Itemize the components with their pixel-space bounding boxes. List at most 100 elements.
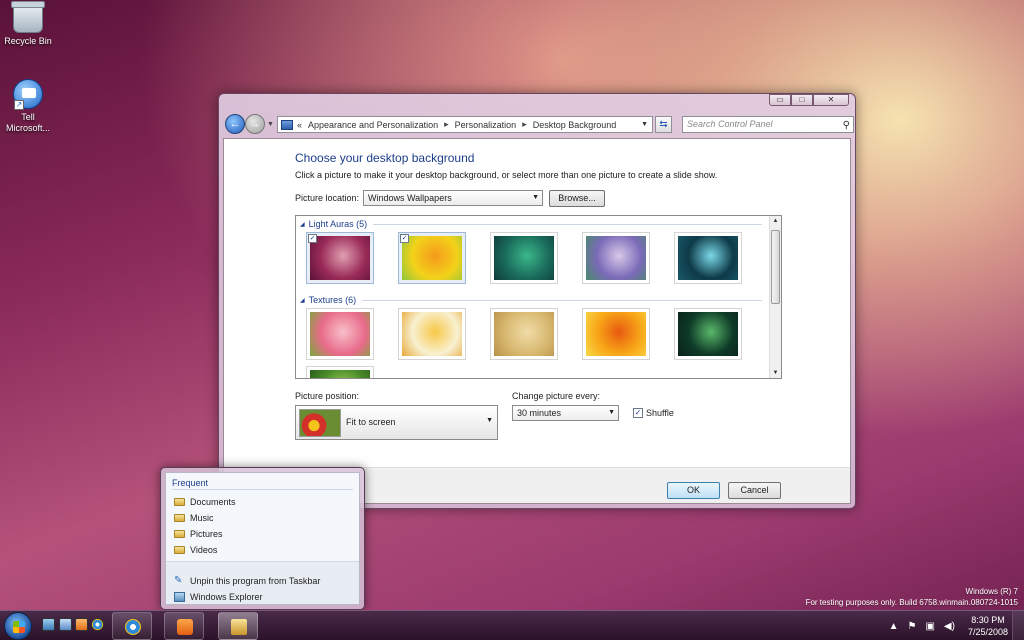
change-picture-label: Change picture every: [512, 391, 601, 401]
jump-item-label: Videos [190, 545, 218, 555]
wallpaper-thumbnail[interactable]: ✓ [306, 232, 374, 284]
search-input[interactable]: Search Control Panel ⚲ [682, 116, 854, 133]
wallpaper-image [586, 236, 646, 280]
tell-microsoft-icon[interactable]: ↗ Tell Microsoft... [0, 79, 56, 134]
wallpaper-image [310, 370, 370, 378]
breadcrumb-personalization[interactable]: Personalization [455, 120, 517, 130]
wallpaper-image [310, 312, 370, 356]
windows-explorer-item[interactable]: Windows Explorer [174, 592, 263, 602]
scroll-down-icon[interactable]: ▼ [770, 368, 781, 378]
unpin-taskbar-item[interactable]: ✎ Unpin this program from Taskbar [174, 575, 320, 587]
breadcrumb-separator[interactable]: ▸ [444, 119, 449, 130]
recycle-bin-label: Recycle Bin [4, 36, 52, 46]
scrollbar-thumb[interactable] [771, 230, 780, 304]
browse-button[interactable]: Browse... [549, 190, 605, 207]
jump-item-pictures[interactable]: Pictures [174, 529, 223, 539]
back-arrow-icon: ← [229, 118, 241, 130]
group-header-textures[interactable]: ◢ Textures (6) [300, 295, 762, 305]
wallpaper-thumbnail[interactable] [306, 308, 374, 360]
wallpaper-thumbnail[interactable]: ✓ [398, 232, 466, 284]
close-button[interactable]: ✕ [813, 94, 849, 106]
taskbar-windows-explorer[interactable] [218, 612, 258, 640]
wallpaper-thumbnail[interactable] [674, 232, 742, 284]
taskbar-internet-explorer[interactable] [112, 612, 152, 640]
wallpaper-thumbnail[interactable] [582, 308, 650, 360]
clock[interactable]: 8:30 PM 7/25/2008 [968, 614, 1008, 638]
thumbnail-checkbox[interactable]: ✓ [400, 234, 409, 243]
forward-button[interactable]: → [245, 114, 265, 134]
show-desktop-button[interactable] [1012, 611, 1024, 640]
watermark-build: For testing purposes only. Build 6758.wi… [805, 598, 1018, 607]
shuffle-checkbox[interactable]: ✓ [633, 408, 643, 418]
media-player-icon [177, 619, 193, 635]
volume-icon[interactable]: ◀) [944, 621, 955, 632]
cancel-button[interactable]: Cancel [728, 482, 781, 499]
recent-pages-dropdown[interactable]: ▼ [267, 121, 274, 128]
group-title: Light Auras (5) [308, 219, 368, 229]
gallery-scrollbar[interactable]: ▲ ▼ [769, 216, 781, 378]
wallpaper-thumbnail[interactable] [398, 308, 466, 360]
breadcrumb-separator[interactable]: ▸ [522, 119, 527, 130]
change-picture-select[interactable]: 30 minutes ▼ [512, 405, 619, 421]
explorer-icon [174, 592, 185, 602]
chevron-down-icon: ▼ [486, 417, 493, 424]
start-button[interactable] [4, 612, 32, 640]
group-divider [373, 223, 762, 225]
picture-position-select[interactable]: Fit to screen ▼ [295, 405, 498, 440]
switch-windows-icon[interactable] [59, 618, 72, 631]
tell-microsoft-label: Tell Microsoft... [5, 112, 50, 133]
ok-button[interactable]: OK [667, 482, 720, 499]
wallpaper-thumbnail[interactable] [490, 308, 558, 360]
pin-icon: ✎ [174, 575, 183, 586]
wallpaper-thumbnail[interactable] [490, 232, 558, 284]
control-panel-icon [281, 119, 293, 130]
wallpaper-image [402, 236, 462, 280]
forward-arrow-icon: → [249, 118, 261, 130]
navigation-bar: ← → ▼ « Appearance and Personalization ▸… [223, 114, 854, 136]
breadcrumb-appearance[interactable]: Appearance and Personalization [308, 120, 438, 130]
thumbnail-checkbox[interactable]: ✓ [308, 234, 317, 243]
shuffle-option[interactable]: ✓ Shuffle [633, 408, 674, 418]
jump-item-documents[interactable]: Documents [174, 497, 236, 507]
action-center-icon[interactable]: ⚑ [908, 621, 917, 632]
wallpaper-image [402, 312, 462, 356]
group-header-light-auras[interactable]: ◢ Light Auras (5) [300, 219, 762, 229]
wallpaper-image [678, 312, 738, 356]
change-picture-value: 30 minutes [517, 408, 562, 418]
window-controls: ▭ □ ✕ [769, 94, 849, 106]
address-bar[interactable]: « Appearance and Personalization ▸ Perso… [277, 116, 653, 133]
taskbar-media-player[interactable] [164, 612, 204, 640]
maximize-button[interactable]: □ [791, 94, 813, 106]
picture-location-select[interactable]: Windows Wallpapers ▼ [363, 190, 543, 206]
back-button[interactable]: ← [225, 114, 245, 134]
breadcrumb-desktop-background[interactable]: Desktop Background [533, 120, 617, 130]
wallpaper-thumbnail[interactable] [582, 232, 650, 284]
folder-icon [231, 619, 247, 635]
clock-date: 7/25/2008 [967, 627, 1008, 637]
refresh-button[interactable]: ⇆ [655, 116, 672, 133]
trash-icon [11, 1, 45, 33]
show-hidden-icons[interactable]: ▲ [889, 621, 899, 632]
clock-time: 8:30 PM [971, 615, 1005, 625]
address-dropdown-icon[interactable]: ▼ [641, 121, 648, 128]
search-icon[interactable]: ⚲ [843, 118, 850, 133]
jump-item-music[interactable]: Music [174, 513, 214, 523]
show-desktop-icon[interactable] [42, 618, 55, 631]
wallpaper-thumbnail[interactable] [306, 366, 374, 378]
recycle-bin-icon[interactable]: Recycle Bin [0, 1, 56, 46]
wallpaper-thumbnail[interactable] [674, 308, 742, 360]
jump-item-videos[interactable]: Videos [174, 545, 217, 555]
wallpaper-gallery[interactable]: ◢ Light Auras (5) ✓ ✓ ◢ Textures (6) ▲ ▼ [295, 215, 782, 379]
scroll-up-icon[interactable]: ▲ [770, 216, 781, 226]
collapse-icon: ◢ [300, 221, 305, 228]
media-player-quick-icon[interactable] [75, 618, 88, 631]
watermark-os: Windows (R) 7 [965, 587, 1018, 596]
picture-location-label: Picture location: [295, 193, 360, 203]
wallpaper-image [494, 312, 554, 356]
wallpaper-image [494, 236, 554, 280]
network-icon[interactable]: ▣ [925, 621, 934, 632]
minimize-button[interactable]: ▭ [769, 94, 791, 106]
breadcrumb-overflow[interactable]: « [297, 120, 302, 130]
jump-list-tasks: ✎ Unpin this program from Taskbar Windows… [166, 562, 359, 604]
ie-quick-icon[interactable] [91, 618, 104, 631]
